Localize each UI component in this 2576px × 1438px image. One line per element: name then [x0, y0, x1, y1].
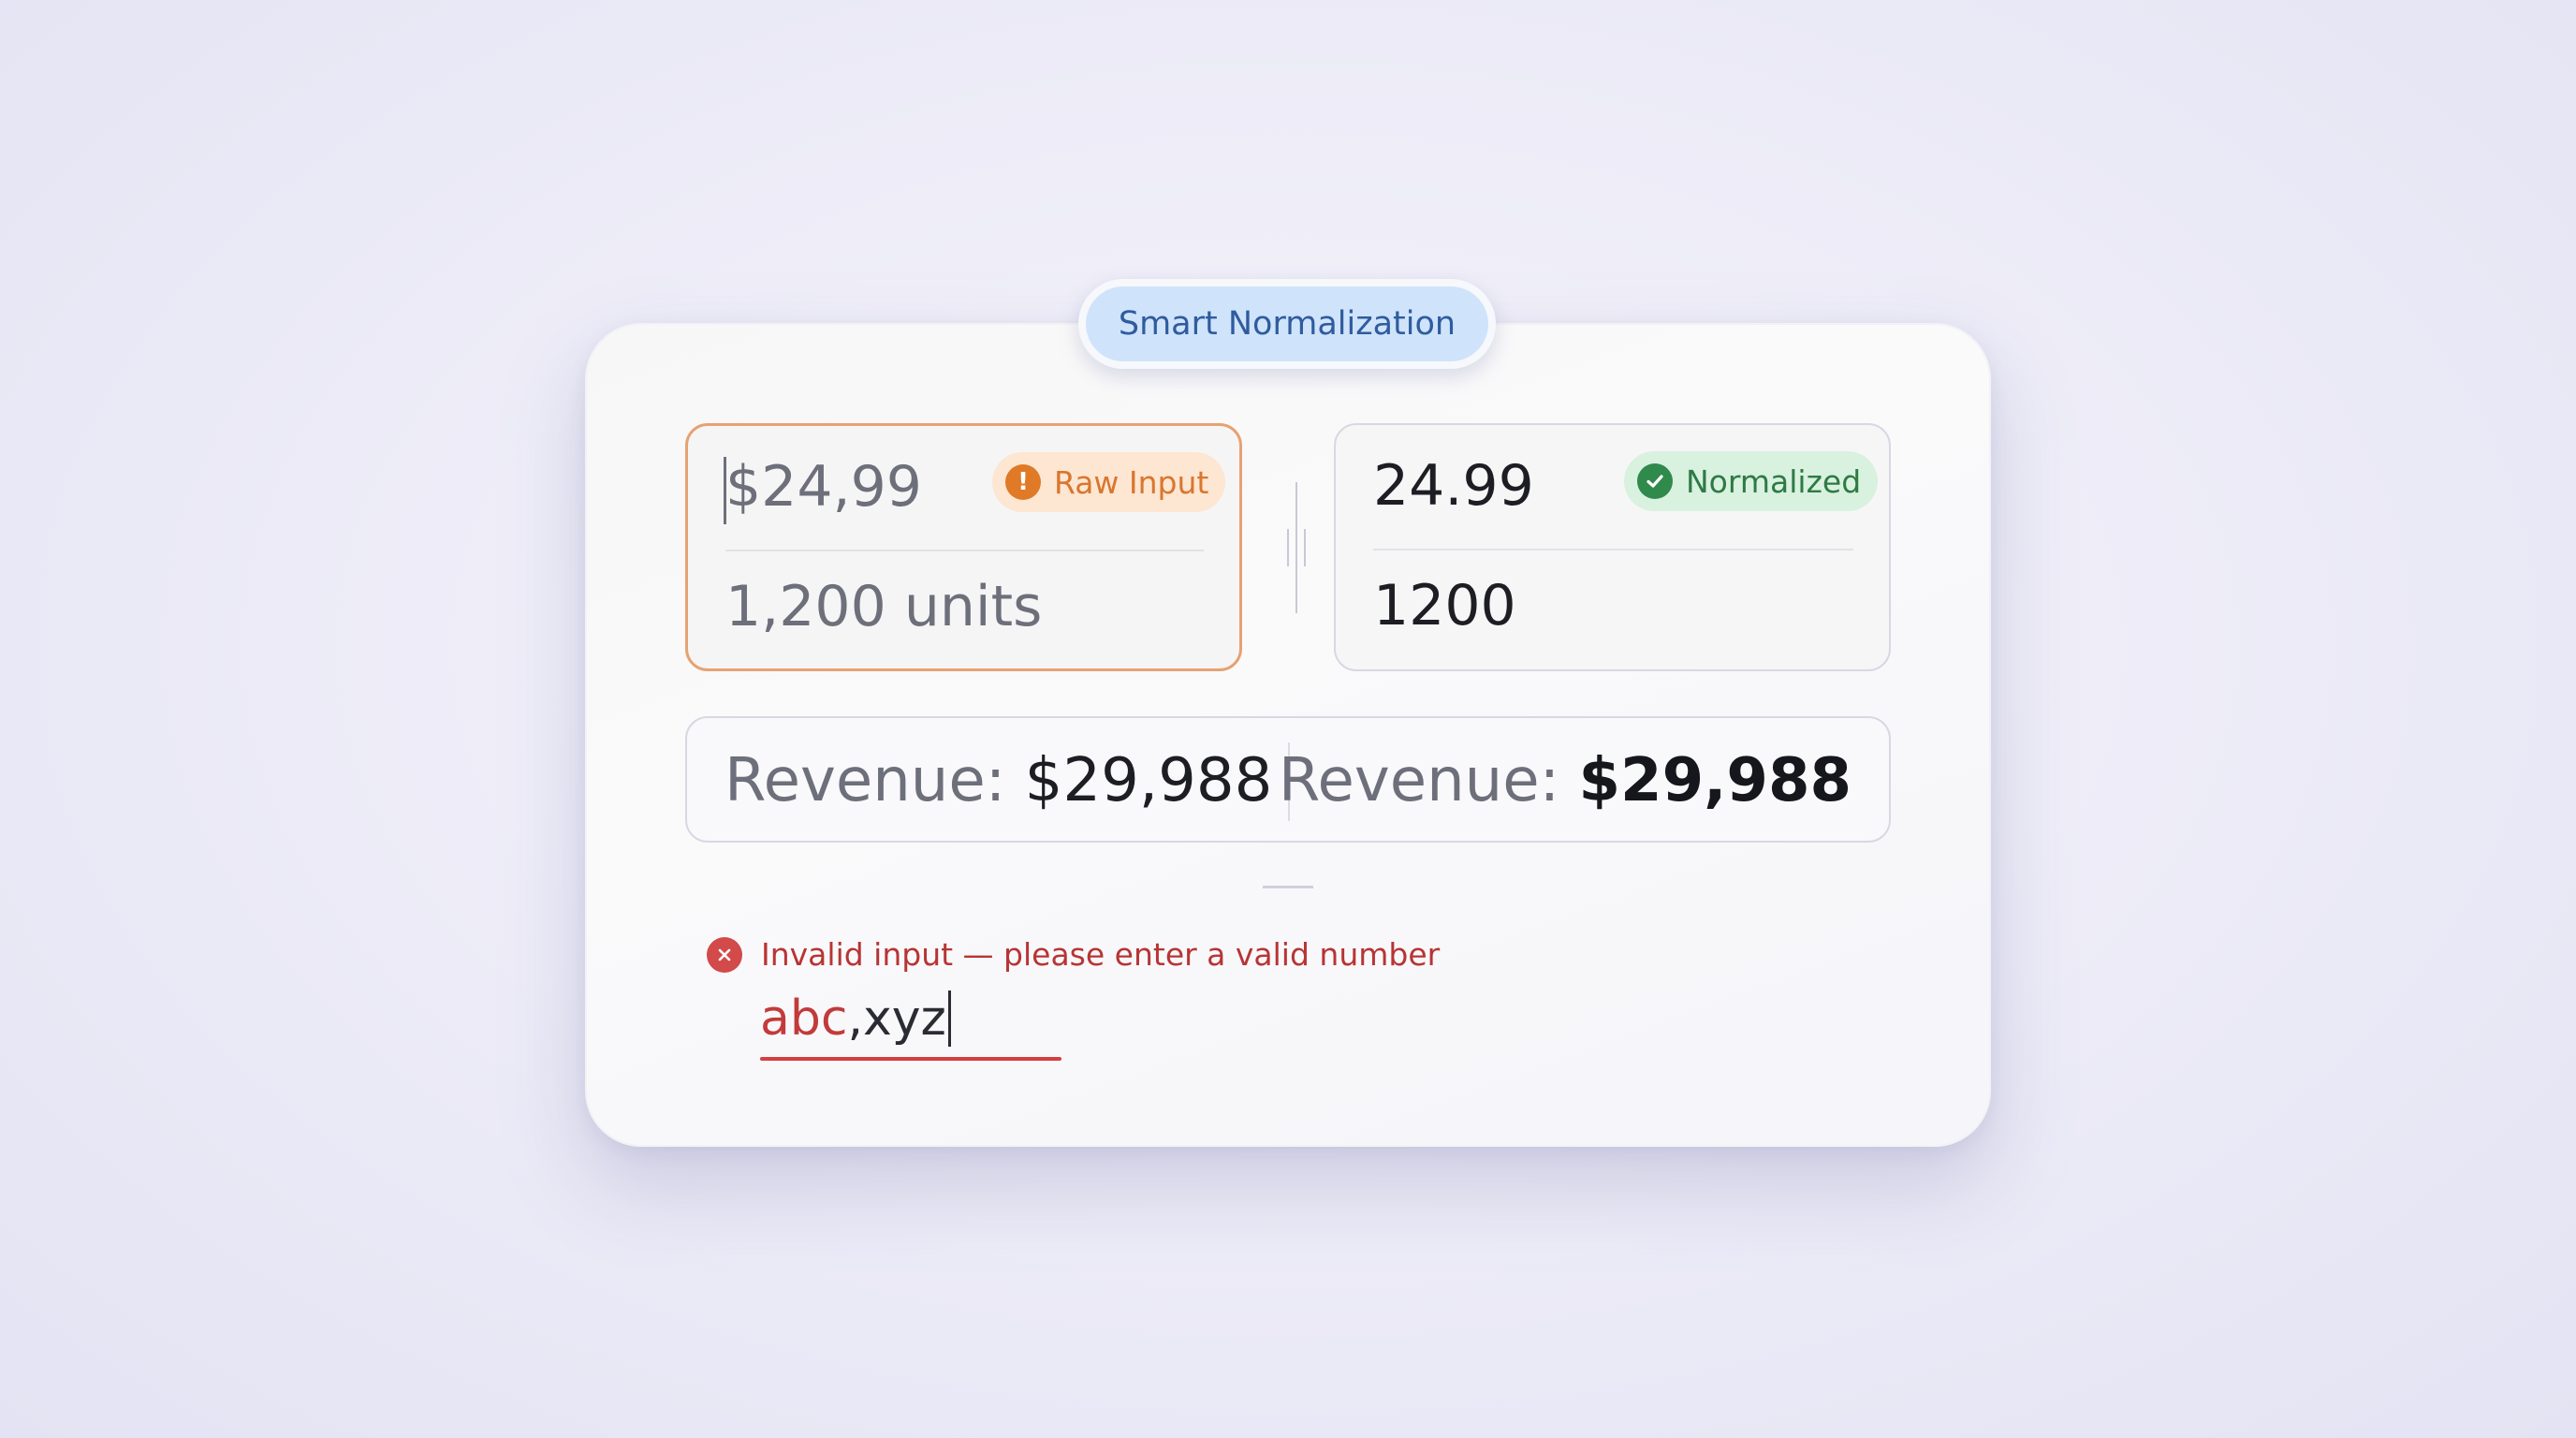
section-divider — [1263, 886, 1313, 888]
raw-units-value[interactable]: 1,200 units — [725, 574, 1042, 639]
normalized-output-field: 24.99 Normalized 1200 — [1334, 423, 1891, 671]
compare-divider — [1287, 482, 1306, 613]
raw-input-badge: ! Raw Input — [992, 452, 1226, 512]
field-divider — [1373, 549, 1853, 550]
raw-price-value[interactable]: $24,99 — [725, 454, 922, 520]
revenue-label: Revenue: — [724, 746, 1006, 815]
normalized-units-value: 1200 — [1373, 573, 1516, 638]
raw-input-badge-label: Raw Input — [1054, 463, 1209, 501]
header-pill: Smart Normalization — [1078, 279, 1496, 369]
page-title: Smart Normalization — [1086, 286, 1488, 361]
normalized-revenue-value: $29,988 — [1578, 746, 1852, 815]
raw-input-field[interactable]: $24,99 ! Raw Input 1,200 units — [685, 423, 1242, 671]
field-divider — [725, 550, 1204, 551]
input-remaining-text: ,xyz — [847, 990, 946, 1047]
normalized-price-value: 24.99 — [1373, 453, 1534, 519]
revenue-label: Revenue: — [1278, 746, 1560, 815]
normalized-revenue: Revenue: $29,988 — [1279, 746, 1852, 815]
error-text: Invalid input — please enter a valid num… — [761, 936, 1441, 973]
exclamation-icon: ! — [1005, 464, 1041, 500]
raw-revenue-value: $29,988 — [1024, 746, 1273, 815]
close-icon — [707, 936, 742, 973]
text-caret — [947, 990, 951, 1047]
check-icon — [1637, 463, 1673, 499]
revenue-comparison: Revenue: $29,988 Revenue: $29,988 — [685, 716, 1891, 843]
invalid-number-input[interactable]: abc ,xyz — [760, 990, 951, 1047]
normalized-badge: Normalized — [1624, 451, 1879, 511]
error-underline — [760, 1057, 1061, 1061]
raw-revenue: Revenue: $29,988 — [724, 746, 1272, 815]
error-message: Invalid input — please enter a valid num… — [707, 936, 1440, 973]
normalized-badge-label: Normalized — [1686, 462, 1862, 500]
invalid-input-text: abc — [760, 990, 848, 1047]
